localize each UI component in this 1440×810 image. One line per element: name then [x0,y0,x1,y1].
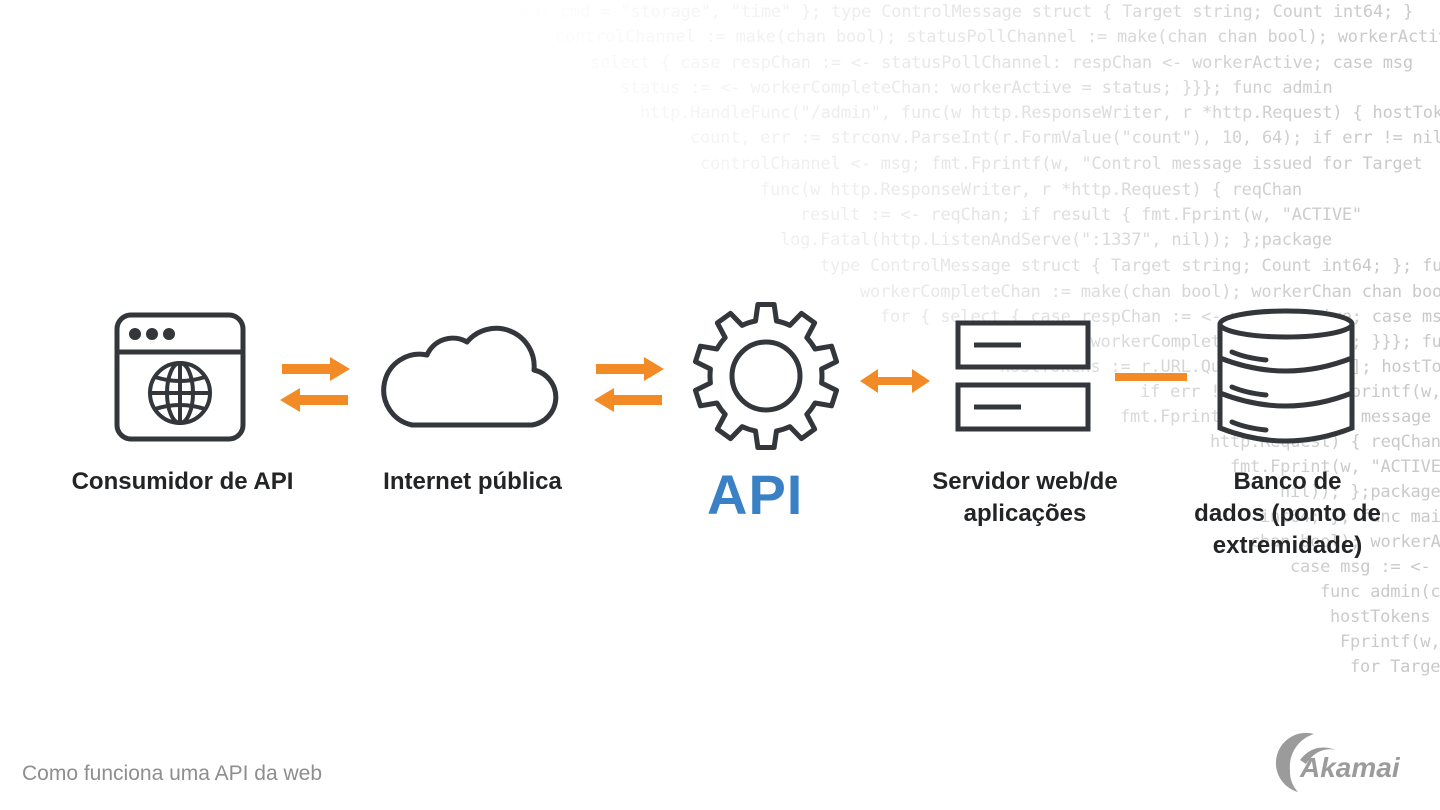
api-label: API [707,463,804,526]
database-icon [1217,308,1355,444]
bidirectional-arrows-icon [594,357,664,412]
node-label-line: Banco de [1233,468,1342,495]
akamai-logo: Akamai [1270,730,1430,796]
gear-icon [692,301,840,451]
code-line: select { case respChan := <- statusPollC… [590,53,1413,73]
node-label-line: Servidor web/de [932,468,1118,495]
code-line: var cmd = "storage", "time" }; type Cont… [520,2,1414,22]
code-line: Fprintf(w, [1340,632,1440,652]
node-label-server: Servidor web/de aplicações [900,466,1150,530]
code-line: workerCompleteChan := make(chan bool); w… [860,282,1440,302]
code-line: func(w http.ResponseWriter, r *http.Requ… [760,180,1302,200]
code-line: func admin(c [1320,582,1440,602]
bidirectional-arrows-icon [280,357,350,412]
caption: Como funciona uma API da web [22,762,323,785]
double-headed-arrow-icon [860,369,930,393]
node-label-line: aplicações [963,500,1087,527]
node-label-database: Banco de dados (ponto de extremidade) [1170,466,1405,562]
code-line: controlChannel <- msg; fmt.Fprintf(w, "C… [700,154,1423,174]
node-label-consumer: Consumidor de API [71,468,294,495]
code-line: hostTokens [1330,607,1431,627]
connector-line [1115,373,1187,381]
cloud-icon [381,325,559,428]
code-line: type ControlMessage struct { Target stri… [820,256,1440,276]
code-line: controlChannel := make(chan bool); statu… [555,27,1440,47]
code-line: result := <- reqChan; if result { fmt.Fp… [800,205,1362,225]
node-label-line: dados (ponto de [1194,500,1381,527]
code-line: http.HandleFunc("/admin", func(w http.Re… [640,103,1440,123]
node-label-internet: Internet pública [383,468,562,495]
code-line: log.Fatal(http.ListenAndServe(":1337", n… [780,230,1332,250]
browser-globe-icon [114,312,246,442]
server-icon [955,320,1091,432]
logo-text: Akamai [1300,752,1400,783]
code-line: status := <- workerCompleteChan: workerA… [620,78,1333,98]
code-line: for Target [1350,657,1440,677]
node-label-line: extremidade) [1212,532,1363,559]
code-line: count, err := strconv.ParseInt(r.FormVal… [690,128,1440,148]
